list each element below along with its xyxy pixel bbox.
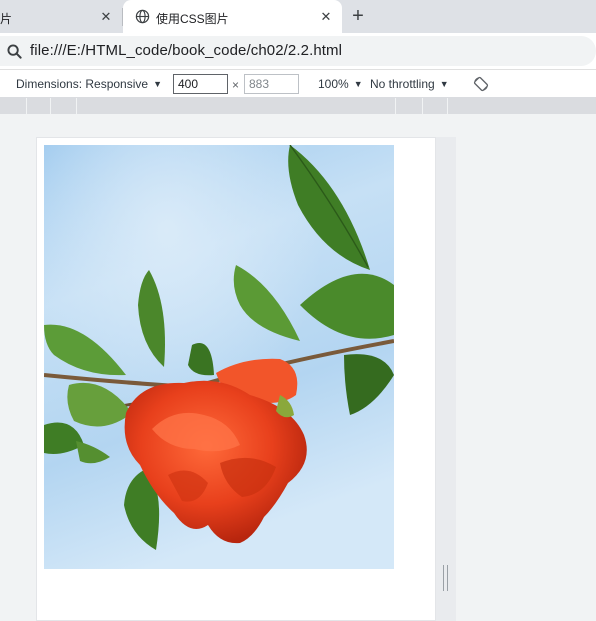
tab-active[interactable]: 使用CSS图片 ✕ (123, 0, 342, 33)
throttling-label: No throttling (370, 77, 435, 91)
height-input[interactable]: 883 (244, 74, 299, 94)
throttling-dropdown[interactable]: No throttling ▼ (370, 77, 449, 91)
ruler-tick (395, 98, 396, 114)
resize-handle[interactable] (443, 565, 448, 591)
caret-down-icon: ▼ (439, 79, 449, 89)
tab-strip: 片 ✕ 使用CSS图片 ✕ + (0, 0, 596, 33)
width-input[interactable]: 400 (173, 74, 228, 94)
caret-down-icon: ▼ (153, 79, 162, 89)
tab-active-title: 使用CSS图片 (156, 12, 229, 26)
ruler-tick (50, 98, 51, 114)
caret-down-icon: ▼ (353, 79, 363, 89)
search-icon (7, 44, 22, 59)
ruler-tick (76, 98, 77, 114)
times-sign: × (232, 78, 240, 92)
media-query-ruler (0, 98, 596, 114)
close-icon[interactable]: ✕ (318, 9, 334, 25)
ruler-tick (447, 98, 448, 114)
ruler-tick (26, 98, 27, 114)
zoom-label: 100% (318, 77, 349, 91)
rotate-icon[interactable] (473, 76, 489, 92)
viewport-edge (436, 137, 456, 621)
globe-icon (135, 9, 150, 24)
device-toolbar: Dimensions: Responsive ▼ 400 × 883 100% … (0, 69, 596, 98)
dimensions-dropdown[interactable]: Dimensions: Responsive ▼ (16, 77, 162, 91)
zoom-dropdown[interactable]: 100% ▼ (318, 77, 363, 91)
ruler-tick (422, 98, 423, 114)
pomegranate-flower-photo (44, 145, 394, 569)
address-bar[interactable]: file:///E:/HTML_code/book_code/ch02/2.2.… (0, 36, 596, 66)
close-icon[interactable]: ✕ (98, 9, 114, 25)
tab-previous-title: 片 (0, 12, 13, 26)
tab-previous[interactable]: 片 ✕ (0, 0, 122, 33)
address-url[interactable]: file:///E:/HTML_code/book_code/ch02/2.2.… (30, 42, 342, 59)
new-tab-icon[interactable]: + (347, 6, 369, 28)
browser-toolbar: file:///E:/HTML_code/book_code/ch02/2.2.… (0, 33, 596, 69)
dimensions-label: Dimensions: Responsive (16, 77, 149, 91)
